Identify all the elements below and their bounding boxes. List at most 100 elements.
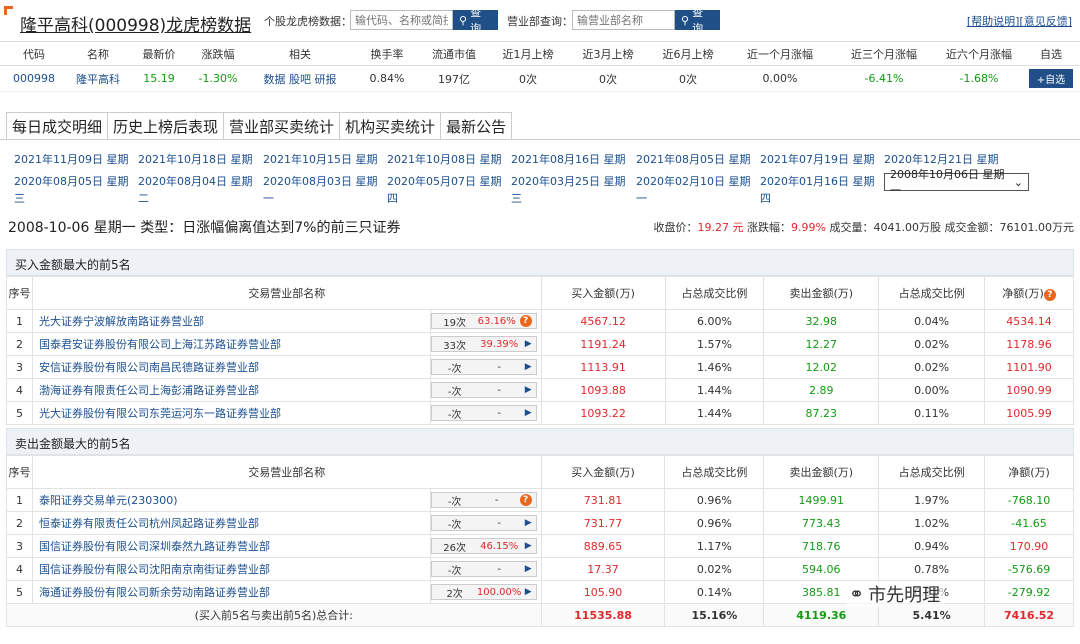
date-link[interactable]: 2021年08月16日 星期 (511, 152, 626, 167)
date-link[interactable]: 2020年12月21日 星期 (884, 152, 999, 167)
dept-name[interactable]: 光大证券宁波解放南路证券营业部 (31, 309, 431, 333)
weekday-tail: 二 (138, 192, 149, 205)
related-report-link[interactable]: 研报 (315, 73, 337, 86)
date-link[interactable]: 2020年02月10日 星期 (636, 174, 751, 189)
date-link[interactable]: 2021年07月19日 星期 (760, 152, 875, 167)
col-header: 序号 (6, 455, 33, 489)
play-icon[interactable]: ▶ (525, 518, 532, 528)
buy-amount: 4567.12 (540, 309, 666, 333)
listing-pill[interactable]: 26次 46.15% ▶ (430, 538, 537, 554)
buy-pct: 0.02% (664, 557, 765, 581)
listing-pill[interactable]: -次 - ▶ (430, 359, 537, 375)
table-row: 2 国泰君安证券股份有限公司上海江苏路证券营业部 33次 39.39% ▶ 1191.24… (6, 332, 1074, 356)
date-link[interactable]: 2021年11月09日 星期 (14, 152, 129, 167)
date-link[interactable]: 2020年01月16日 星期 (760, 174, 875, 189)
sell-amount: 2.89 (763, 378, 880, 402)
close-label: 收盘价： (653, 221, 698, 234)
stock-search-input[interactable] (350, 10, 453, 30)
summary-header: 近三个月涨幅 (832, 41, 936, 66)
stock-code-cell[interactable]: 000998 (0, 65, 68, 92)
listing-pill[interactable]: -次 - ▶ (430, 382, 537, 398)
play-icon[interactable]: ▶ (525, 587, 532, 597)
date-link[interactable]: 2021年10月18日 星期 (138, 152, 253, 167)
rank-cell: 5 (6, 580, 33, 604)
date-link[interactable]: 2020年03月25日 星期 (511, 174, 626, 189)
date-select[interactable]: 2008年10月06日 星期一 ⌄ (884, 168, 1029, 197)
listing-rate: 39.39% (480, 338, 519, 350)
date-link[interactable]: 2020年08月05日 星期 (14, 174, 129, 189)
tab-daily-detail[interactable]: 每日成交明细 (6, 112, 109, 139)
play-icon[interactable]: ▶ (525, 408, 532, 418)
sell-pct: 1.97% (878, 488, 986, 512)
dept-name[interactable]: 安信证券股份有限公司南昌民德路证券营业部 (31, 355, 431, 379)
net-amount: 1005.99 (984, 401, 1074, 425)
play-icon[interactable]: ▶ (525, 339, 532, 349)
help-icon[interactable]: ? (1043, 289, 1056, 301)
stock-search-button-label: 查询 (470, 6, 482, 35)
date-link[interactable]: 2020年05月07日 星期 (387, 174, 502, 189)
latest-price: 15.19 (128, 65, 190, 92)
help-icon[interactable]: ? (519, 494, 532, 506)
date-link[interactable]: 2020年08月03日 星期 (263, 174, 378, 189)
dept-name[interactable]: 国信证券股份有限公司深圳泰然九路证券营业部 (31, 534, 431, 558)
tab-dept-stats[interactable]: 营业部买卖统计 (223, 112, 341, 139)
dept-search-button[interactable]: ⚲ 查询 (675, 6, 720, 35)
add-watchlist-button[interactable]: +自选 (1028, 69, 1074, 88)
table-row: 3 国信证券股份有限公司深圳泰然九路证券营业部 26次 46.15% ▶ 889.65 1.… (6, 534, 1074, 558)
listing-count: 2次 (446, 588, 463, 600)
listing-pill[interactable]: 33次 39.39% ▶ (430, 336, 537, 352)
buy-amount: 731.81 (540, 488, 666, 512)
date-link[interactable]: 2021年10月08日 星期 (387, 152, 502, 167)
sell-amount: 718.76 (763, 534, 880, 558)
related-data-link[interactable]: 数据 (264, 73, 286, 86)
feedback-link[interactable]: [意见反馈] (1019, 15, 1072, 28)
rank-cell: 4 (6, 378, 33, 402)
listing-count: -次 (447, 363, 462, 375)
stock-name-cell[interactable]: 隆平高科 (68, 65, 128, 92)
summary-header: 近6月上榜 (648, 41, 728, 66)
help-link[interactable]: [帮助说明] (967, 15, 1020, 28)
listing-pill[interactable]: -次 - ▶ (430, 515, 537, 531)
dept-name[interactable]: 恒泰证券有限责任公司杭州凤起路证券营业部 (31, 511, 431, 535)
buy-header-row: 序号 交易营业部名称 买入金额(万) 占总成交比例 卖出金额(万) 占总成交比例… (6, 276, 1074, 310)
sell-pct: 0.02% (878, 332, 986, 356)
col-header: 交易营业部名称 (31, 276, 542, 310)
stock-search-button[interactable]: ⚲ 查询 (453, 6, 498, 35)
buy-pct: 1.44% (664, 378, 765, 402)
dept-name[interactable]: 渤海证券有限责任公司上海彭浦路证券营业部 (31, 378, 431, 402)
dept-search-input[interactable] (572, 10, 675, 30)
dept-name[interactable]: 光大证券股份有限公司东莞运河东一路证券营业部 (31, 401, 431, 425)
listing-rate: - (497, 563, 501, 575)
table-row: 1 光大证券宁波解放南路证券营业部 19次 63.16%? 4567.12 6.00% 32… (6, 309, 1074, 333)
dept-name[interactable]: 海通证券股份有限公司新余劳动南路证券营业部 (31, 580, 431, 604)
help-icon[interactable]: ? (519, 315, 532, 327)
weekday-tail: 一 (636, 192, 647, 205)
listing-pill[interactable]: 2次 100.00% ▶ (430, 584, 537, 600)
related-guba-link[interactable]: 股吧 (289, 73, 311, 86)
dept-name[interactable]: 泰阳证券交易单元(230300) (31, 488, 431, 512)
date-link[interactable]: 2021年10月15日 星期 (263, 152, 378, 167)
play-icon[interactable]: ▶ (525, 564, 532, 574)
play-icon[interactable]: ▶ (525, 541, 532, 551)
play-icon[interactable]: ▶ (525, 362, 532, 372)
date-select-value: 2008年10月06日 星期一 (890, 168, 1005, 197)
listing-pill[interactable]: -次 - ▶ (430, 561, 537, 577)
tab-announcements[interactable]: 最新公告 (440, 112, 513, 139)
dept-name[interactable]: 国信证券股份有限公司沈阳南京南街证券营业部 (31, 557, 431, 581)
tab-inst-stats[interactable]: 机构买卖统计 (339, 112, 442, 139)
rank-cell: 1 (6, 309, 33, 333)
listing-pill[interactable]: -次 -? (430, 492, 537, 508)
dept-search-button-label: 查询 (692, 6, 704, 35)
listing-pill[interactable]: 19次 63.16%? (430, 313, 537, 329)
rank-cell: 2 (6, 511, 33, 535)
chevron-down-icon: ⌄ (1013, 175, 1023, 189)
dept-name[interactable]: 国泰君安证券股份有限公司上海江苏路证券营业部 (31, 332, 431, 356)
tab-history[interactable]: 历史上榜后表现 (107, 112, 225, 139)
listing-pill[interactable]: -次 - ▶ (430, 405, 537, 421)
summary-header: 流通市值 (420, 41, 488, 66)
date-link[interactable]: 2020年08月04日 星期 (138, 174, 253, 189)
play-icon[interactable]: ▶ (525, 385, 532, 395)
buy-pct: 1.46% (664, 355, 765, 379)
dept-search-label: 营业部查询： (507, 15, 573, 28)
date-link[interactable]: 2021年08月05日 星期 (636, 152, 751, 167)
